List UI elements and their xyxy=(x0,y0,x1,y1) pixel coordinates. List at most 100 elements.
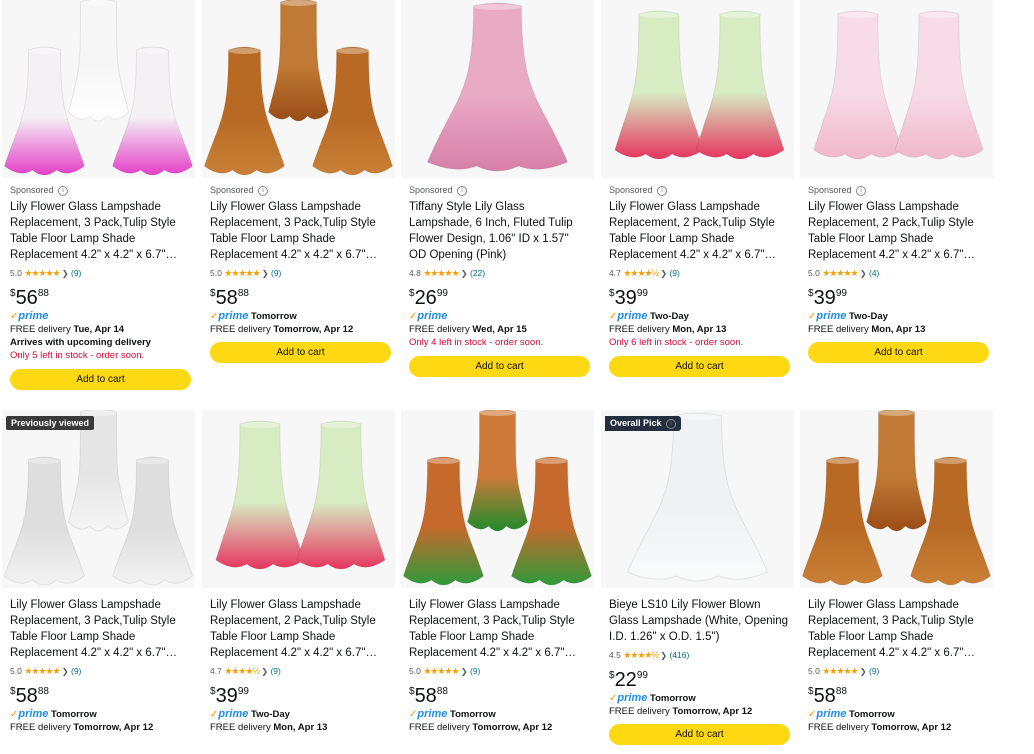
sponsored-label[interactable]: Sponsored i xyxy=(210,184,389,196)
lampshade-image-white-blown[interactable] xyxy=(601,410,794,588)
rating-row[interactable]: 4.7 ★★★★½ ❯ (9) xyxy=(609,267,788,279)
rating-value: 4.8 xyxy=(409,268,421,278)
rating-row[interactable]: 4.7 ★★★★½ ❯ (9) xyxy=(210,665,389,677)
price[interactable]: $2699 xyxy=(409,287,588,309)
chevron-down-icon[interactable]: ❯ xyxy=(461,269,468,278)
product-card[interactable]: Lily Flower Glass Lampshade Replacement,… xyxy=(800,410,993,754)
chevron-down-icon[interactable]: ❯ xyxy=(261,667,268,676)
product-title-link[interactable]: Bieye LS10 Lily Flower Blown Glass Lamps… xyxy=(609,597,788,645)
prime-logo: prime xyxy=(18,310,49,322)
lampshade-image-green-pink[interactable] xyxy=(601,0,794,178)
chevron-down-icon[interactable]: ❯ xyxy=(62,269,69,278)
info-icon[interactable]: i xyxy=(258,185,269,196)
lampshade-image-green-pink-2[interactable] xyxy=(202,410,395,588)
product-card[interactable]: Lily Flower Glass Lampshade Replacement,… xyxy=(202,410,395,754)
review-count-link[interactable]: (9) xyxy=(71,268,81,278)
chevron-down-icon[interactable]: ❯ xyxy=(860,269,867,278)
price[interactable]: $2299 xyxy=(609,669,788,691)
product-card[interactable]: Sponsored i Lily Flower Glass Lampshade R… xyxy=(2,0,195,400)
price[interactable]: $5888 xyxy=(808,685,987,707)
sponsored-label[interactable]: Sponsored i xyxy=(609,184,788,196)
product-title-link[interactable]: Lily Flower Glass Lampshade Replacement,… xyxy=(10,199,189,263)
rating-row[interactable]: 4.8 ★★★★★ ❯ (22) xyxy=(409,267,588,279)
product-title-link[interactable]: Tiffany Style Lily Glass Lampshade, 6 In… xyxy=(409,199,588,263)
product-title-link[interactable]: Lily Flower Glass Lampshade Replacement,… xyxy=(10,597,189,661)
product-title-link[interactable]: Lily Flower Glass Lampshade Replacement,… xyxy=(210,597,389,661)
chevron-down-icon[interactable]: ❯ xyxy=(262,269,269,278)
lampshade-image-white-pink[interactable] xyxy=(2,0,195,178)
review-count-link[interactable]: (9) xyxy=(669,268,679,278)
rating-row[interactable]: 5.0 ★★★★★ ❯ (9) xyxy=(808,665,987,677)
chevron-down-icon[interactable]: ❯ xyxy=(860,667,867,676)
add-to-cart-button[interactable]: Add to cart xyxy=(409,356,590,377)
review-count-link[interactable]: (9) xyxy=(71,666,81,676)
stock-warning: Only 4 left in stock - order soon. xyxy=(409,337,544,348)
info-icon[interactable]: i xyxy=(666,418,677,429)
rating-row[interactable]: 5.0 ★★★★★ ❯ (9) xyxy=(409,665,588,677)
product-title-link[interactable]: Lily Flower Glass Lampshade Replacement,… xyxy=(210,199,389,263)
prime-badge: ✓prime Two-Day xyxy=(609,310,788,323)
info-icon[interactable]: i xyxy=(856,185,867,196)
review-count-link[interactable]: (9) xyxy=(470,666,480,676)
chevron-down-icon[interactable]: ❯ xyxy=(660,651,667,660)
lampshade-image-green-amber[interactable] xyxy=(401,410,594,588)
review-count-link[interactable]: (22) xyxy=(470,268,485,278)
price[interactable]: $3999 xyxy=(609,287,788,309)
review-count-link[interactable]: (9) xyxy=(271,268,281,278)
star-rating-icon: ★★★★★ xyxy=(423,268,459,278)
chevron-down-icon[interactable]: ❯ xyxy=(62,667,69,676)
rating-row[interactable]: 5.0 ★★★★★ ❯ (9) xyxy=(10,267,189,279)
rating-row[interactable]: 4.5 ★★★★½ ❯ (416) xyxy=(609,649,788,661)
star-rating-icon: ★★★★½ xyxy=(623,650,659,660)
prime-logo: prime xyxy=(218,310,249,322)
product-card[interactable]: Lily Flower Glass Lampshade Replacement,… xyxy=(401,410,594,754)
lampshade-image-pink-tiffany[interactable] xyxy=(401,0,594,178)
price[interactable]: $5688 xyxy=(10,287,189,309)
chevron-down-icon[interactable]: ❯ xyxy=(660,269,667,278)
product-title-link[interactable]: Lily Flower Glass Lampshade Replacement,… xyxy=(808,597,987,661)
info-icon[interactable]: i xyxy=(58,185,69,196)
star-rating-icon: ★★★★★ xyxy=(822,268,858,278)
add-to-cart-button[interactable]: Add to cart xyxy=(210,342,391,363)
add-to-cart-button[interactable]: Add to cart xyxy=(609,724,790,745)
chevron-down-icon[interactable]: ❯ xyxy=(461,667,468,676)
price[interactable]: $5888 xyxy=(409,685,588,707)
lampshade-image-clear-white[interactable] xyxy=(2,410,195,588)
price[interactable]: $5888 xyxy=(10,685,189,707)
prime-badge: ✓prime xyxy=(10,310,189,323)
add-to-cart-button[interactable]: Add to cart xyxy=(808,342,989,363)
review-count-link[interactable]: (4) xyxy=(869,268,879,278)
info-icon[interactable]: i xyxy=(657,185,668,196)
lampshade-image-amber[interactable] xyxy=(202,0,395,178)
price[interactable]: $3999 xyxy=(210,685,389,707)
product-card[interactable]: Overall Pick i Bieye LS10 Lily Flower Blo… xyxy=(601,410,794,754)
review-count-link[interactable]: (9) xyxy=(869,666,879,676)
prime-logo: prime xyxy=(18,708,49,720)
product-title-link[interactable]: Lily Flower Glass Lampshade Replacement,… xyxy=(609,199,788,263)
price[interactable]: $5888 xyxy=(210,287,389,309)
price[interactable]: $3999 xyxy=(808,287,987,309)
add-to-cart-button[interactable]: Add to cart xyxy=(609,356,790,377)
prime-speed: Tomorrow xyxy=(650,693,696,704)
rating-row[interactable]: 5.0 ★★★★★ ❯ (9) xyxy=(10,665,189,677)
prime-badge: ✓prime Two-Day xyxy=(808,310,987,323)
prime-speed: Tomorrow xyxy=(51,709,97,720)
sponsored-label[interactable]: Sponsored i xyxy=(808,184,987,196)
rating-row[interactable]: 5.0 ★★★★★ ❯ (4) xyxy=(808,267,987,279)
sponsored-label[interactable]: Sponsored i xyxy=(409,184,588,196)
review-count-link[interactable]: (416) xyxy=(669,650,689,660)
product-card[interactable]: Sponsored i Lily Flower Glass Lampshade R… xyxy=(601,0,794,400)
info-icon[interactable]: i xyxy=(457,185,468,196)
add-to-cart-button[interactable]: Add to cart xyxy=(10,369,191,390)
lampshade-image-amber-2[interactable] xyxy=(800,410,993,588)
sponsored-label[interactable]: Sponsored i xyxy=(10,184,189,196)
product-title-link[interactable]: Lily Flower Glass Lampshade Replacement,… xyxy=(409,597,588,661)
product-title-link[interactable]: Lily Flower Glass Lampshade Replacement,… xyxy=(808,199,987,263)
product-card[interactable]: Previously viewed Lily Flower Glass Lamps… xyxy=(2,410,195,754)
rating-row[interactable]: 5.0 ★★★★★ ❯ (9) xyxy=(210,267,389,279)
product-card[interactable]: Sponsored i Tiffany Style Lily Glass Lamp… xyxy=(401,0,594,400)
product-card[interactable]: Sponsored i Lily Flower Glass Lampshade R… xyxy=(800,0,993,400)
product-card[interactable]: Sponsored i Lily Flower Glass Lampshade R… xyxy=(202,0,395,400)
lampshade-image-light-pink[interactable] xyxy=(800,0,993,178)
review-count-link[interactable]: (9) xyxy=(270,666,280,676)
